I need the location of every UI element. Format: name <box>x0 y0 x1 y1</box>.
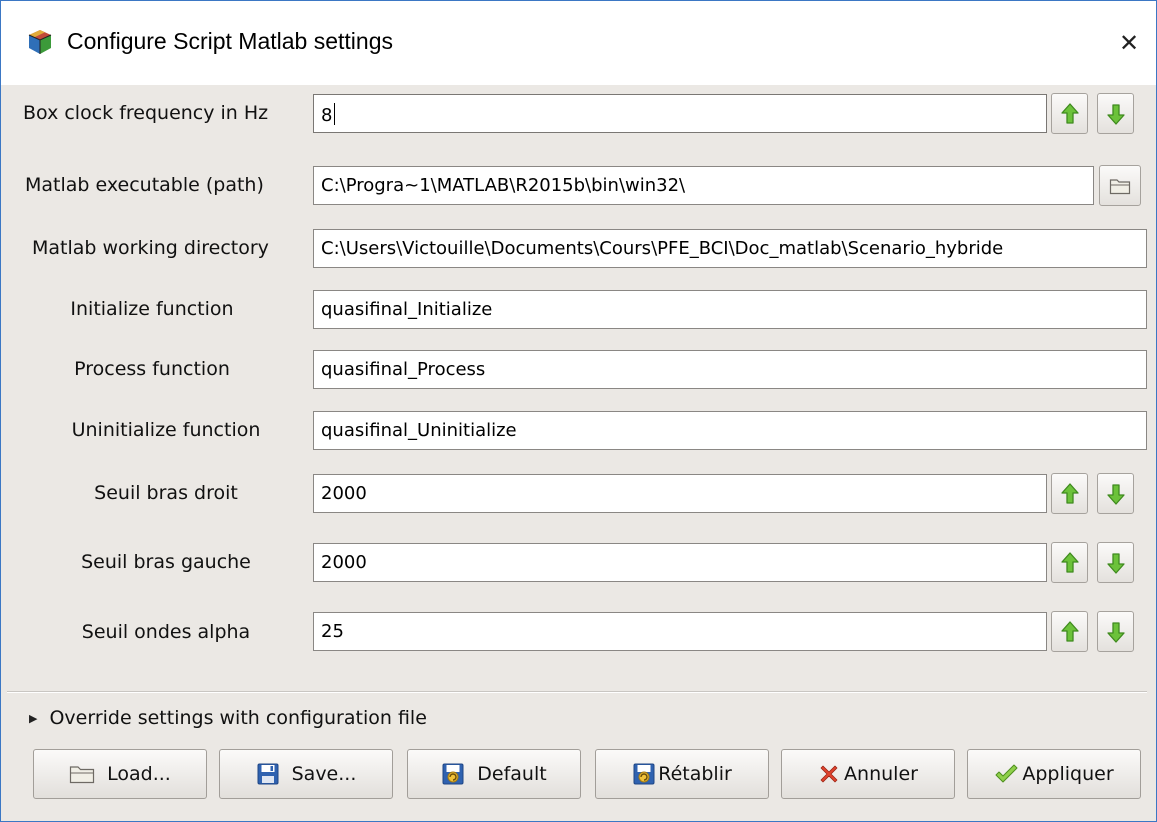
matlab-executable-browse-button[interactable] <box>1099 165 1141 206</box>
close-icon: ✕ <box>1118 29 1140 57</box>
box-clock-frequency-increment-button[interactable] <box>1051 93 1088 134</box>
folder-icon <box>70 766 95 784</box>
arrow-up-icon <box>1060 102 1079 124</box>
label-matlab-executable: Matlab executable (path) <box>25 174 264 196</box>
red-x-icon <box>820 765 838 783</box>
arrow-up-icon <box>1060 482 1079 504</box>
default-button[interactable]: Default <box>407 749 581 799</box>
appliquer-button-label: Appliquer <box>1022 763 1114 785</box>
seuil-bras-gauche-increment-button[interactable] <box>1051 542 1088 583</box>
annuler-button[interactable]: Annuler <box>781 749 955 799</box>
retablir-button[interactable]: Rétablir <box>595 749 769 799</box>
separator <box>7 691 1147 693</box>
label-process-function: Process function <box>74 358 230 380</box>
arrow-up-icon <box>1060 620 1079 642</box>
expander-arrow-icon: ▶ <box>29 711 38 725</box>
app-cube-icon <box>28 30 52 54</box>
default-button-label: Default <box>477 763 547 785</box>
load-button-label: Load... <box>107 763 171 785</box>
title-bar: Configure Script Matlab settings ✕ <box>1 1 1156 85</box>
box-clock-frequency-input[interactable]: 8 <box>313 94 1047 133</box>
arrow-down-icon <box>1106 103 1125 125</box>
matlab-working-directory-input[interactable]: C:\Users\Victouille\Documents\Cours\PFE_… <box>313 229 1147 268</box>
label-matlab-working-directory: Matlab working directory <box>32 237 269 259</box>
arrow-down-icon <box>1106 483 1125 505</box>
load-button[interactable]: Load... <box>33 749 207 799</box>
label-box-clock-frequency: Box clock frequency in Hz <box>23 102 269 124</box>
arrow-up-icon <box>1060 551 1079 573</box>
override-settings-expander[interactable]: ▶ Override settings with configuration f… <box>29 707 427 729</box>
save-button[interactable]: Save... <box>219 749 393 799</box>
green-check-icon <box>995 764 1018 783</box>
uninitialize-function-input[interactable]: quasifinal_Uninitialize <box>313 411 1147 450</box>
seuil-bras-gauche-input[interactable]: 2000 <box>313 543 1047 582</box>
matlab-executable-input[interactable]: C:\Progra~1\MATLAB\R2015b\bin\win32\ <box>313 166 1094 205</box>
arrow-down-icon <box>1106 621 1125 643</box>
annuler-button-label: Annuler <box>844 763 918 785</box>
seuil-bras-droit-input[interactable]: 2000 <box>313 474 1047 513</box>
initialize-function-input[interactable]: quasifinal_Initialize <box>313 290 1147 329</box>
seuil-bras-droit-increment-button[interactable] <box>1051 473 1088 514</box>
label-seuil-ondes-alpha: Seuil ondes alpha <box>81 621 251 643</box>
seuil-ondes-alpha-input[interactable]: 25 <box>313 612 1047 651</box>
process-function-input[interactable]: quasifinal_Process <box>313 350 1147 389</box>
retablir-button-label: Rétablir <box>658 763 732 785</box>
override-settings-label: Override settings with configuration fil… <box>49 707 427 729</box>
revert-icon <box>442 763 464 785</box>
save-button-label: Save... <box>291 763 357 785</box>
appliquer-button[interactable]: Appliquer <box>967 749 1141 799</box>
close-button[interactable]: ✕ <box>1109 23 1149 63</box>
label-seuil-bras-droit: Seuil bras droit <box>94 482 238 504</box>
settings-dialog: Configure Script Matlab settings ✕ Box c… <box>0 0 1157 822</box>
folder-icon <box>1109 178 1131 194</box>
label-initialize-function: Initialize function <box>70 298 234 320</box>
box-clock-frequency-decrement-button[interactable] <box>1097 93 1134 134</box>
seuil-ondes-alpha-decrement-button[interactable] <box>1097 611 1134 652</box>
floppy-disk-icon <box>257 763 279 785</box>
window-title: Configure Script Matlab settings <box>67 28 393 54</box>
label-uninitialize-function: Uninitialize function <box>71 419 261 441</box>
arrow-down-icon <box>1106 552 1125 574</box>
seuil-bras-gauche-decrement-button[interactable] <box>1097 542 1134 583</box>
seuil-ondes-alpha-increment-button[interactable] <box>1051 611 1088 652</box>
seuil-bras-droit-decrement-button[interactable] <box>1097 473 1134 514</box>
label-seuil-bras-gauche: Seuil bras gauche <box>81 551 251 573</box>
revert-icon <box>633 763 655 785</box>
